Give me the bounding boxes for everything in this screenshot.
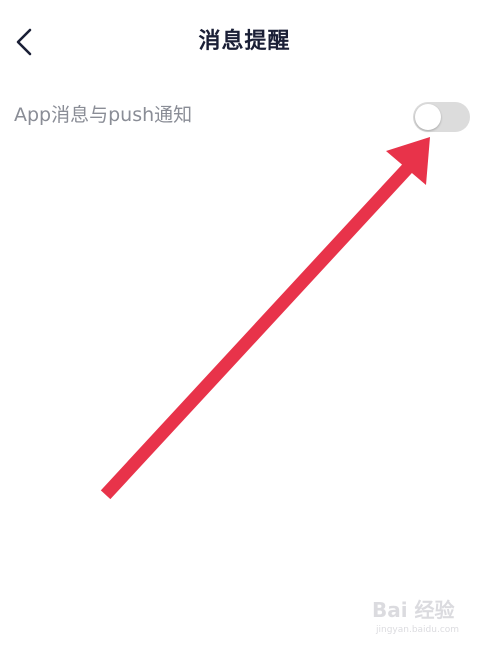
toggle-knob bbox=[415, 104, 441, 130]
setting-label: App消息与push通知 bbox=[14, 104, 193, 126]
watermark-logo: Bai 经验 jingyan.baidu.com bbox=[372, 598, 482, 644]
watermark-url: jingyan.baidu.com bbox=[376, 625, 460, 635]
header-bar: 消息提醒 bbox=[0, 0, 489, 86]
push-notification-toggle[interactable] bbox=[413, 102, 470, 132]
arrow-head bbox=[386, 137, 430, 185]
page-title: 消息提醒 bbox=[198, 29, 291, 54]
watermark-brand: Bai 经验 bbox=[372, 598, 455, 622]
